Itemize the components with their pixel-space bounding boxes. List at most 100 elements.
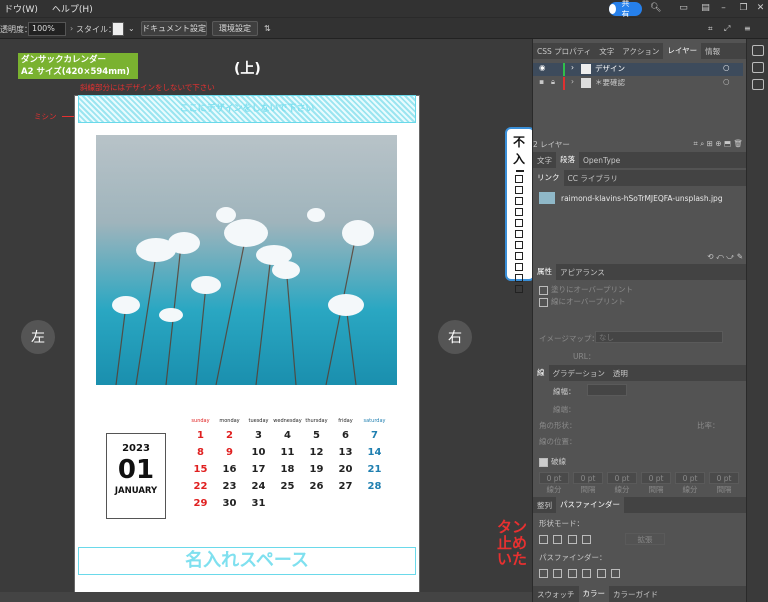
menu-icon[interactable]: ≡ [744, 24, 751, 33]
target-icon[interactable]: ○ [723, 63, 730, 72]
side-red-1: タン [497, 518, 528, 536]
eye-icon[interactable]: ▪ [539, 77, 544, 86]
stroke-weight-field[interactable] [587, 384, 627, 396]
calendar-day: 26 [309, 481, 324, 492]
expand-icon[interactable]: › [571, 77, 574, 86]
calendar-week: 29 30 31 [186, 498, 392, 509]
layer-row-design[interactable]: ◉ › デザイン ○ [533, 63, 743, 76]
properties-icon[interactable] [751, 45, 764, 56]
tab-gradient[interactable]: グラデーション [549, 368, 609, 379]
dash-field[interactable]: 0 pt 線分 [675, 472, 705, 495]
tab-info[interactable]: 情報 [701, 46, 724, 57]
transform-icon[interactable]: ⤢ [724, 24, 730, 34]
side-red-3: いた [497, 550, 528, 568]
date-block: 2023 01 JANUARY [106, 433, 166, 519]
calendar-week: 15 16 17 18 19 20 21 [186, 464, 392, 475]
dash-field[interactable]: 0 pt 間隔 [641, 472, 671, 495]
snow-plant-photo[interactable] [96, 135, 397, 385]
tab-color-guide[interactable]: カラーガイド [609, 589, 662, 600]
comments-icon[interactable] [751, 62, 764, 73]
link-filename[interactable]: raimond-klavins-hSoTrMJEQFA-unsplash.jpg [561, 194, 723, 203]
calendar-day: 19 [309, 464, 324, 475]
imagemap-select[interactable]: なし [595, 331, 723, 343]
tab-color[interactable]: カラー [578, 586, 609, 602]
tab-attributes[interactable]: 属性 [533, 264, 556, 280]
preferences-button[interactable]: 環境設定 [212, 21, 258, 36]
document-settings-button[interactable]: ドキュメント設定 [141, 21, 207, 36]
right-button[interactable]: 右 [438, 320, 472, 354]
layer-actions[interactable]: ⌗ ⌕ ⊞ ⊕ ⬒ 🗑︎ [653, 139, 743, 149]
opacity-field[interactable]: 100% [28, 22, 66, 36]
dash-field[interactable]: 0 pt 間隔 [709, 472, 739, 495]
tab-pathfinder[interactable]: パスファインダー [556, 497, 624, 513]
margin-square [515, 230, 523, 238]
menu-window[interactable]: ドウ(W) [4, 2, 38, 15]
workspace-icon[interactable]: ▤ [700, 3, 711, 14]
pathfinder-buttons[interactable] [539, 568, 749, 578]
tab-css[interactable]: CSS プロパティ [533, 46, 595, 57]
tab-opentype[interactable]: OpenType [579, 156, 624, 165]
arrange-documents-icon[interactable]: ▭ [678, 3, 689, 14]
tab-swatches[interactable]: スウォッチ [533, 589, 579, 600]
tab-paragraph[interactable]: 段落 [556, 152, 579, 168]
no-design-zone: ここにデザインをしないで下さい [78, 95, 416, 123]
weekday-label: thursday [305, 418, 328, 424]
dash-label: 線分 [546, 485, 562, 494]
calendar-day: 10 [251, 447, 266, 458]
minimize-icon[interactable]: – [718, 3, 729, 14]
lock-icon[interactable]: 🔒︎ [551, 77, 555, 87]
opacity-arrow-icon[interactable]: › [70, 24, 73, 33]
style-swatch[interactable] [112, 22, 124, 36]
arrange-icon[interactable]: ⇅ [264, 24, 271, 33]
tab-cc-libraries[interactable]: CC ライブラリ [564, 173, 622, 184]
tab-stroke[interactable]: 線 [533, 365, 549, 381]
weekday-label: saturday [363, 418, 386, 424]
weekday-label: tuesday [248, 418, 269, 424]
calendar-day: 5 [313, 430, 320, 441]
share-button[interactable]: 共有 [609, 0, 642, 19]
calendar-day: 24 [251, 481, 266, 492]
close-icon[interactable]: ✕ [755, 3, 766, 14]
calendar-day: 14 [367, 447, 382, 458]
dash-field[interactable]: 0 pt 間隔 [573, 472, 603, 495]
menu-help[interactable]: ヘルプ(H) [52, 2, 93, 15]
target-icon[interactable]: ○ [723, 77, 730, 86]
restore-icon[interactable]: ❐ [738, 3, 749, 14]
calendar-day: 16 [222, 464, 237, 475]
tab-document[interactable]: 文字 [595, 46, 618, 57]
overprint-fill[interactable]: 塗りにオーバープリント [539, 284, 749, 295]
tab-links[interactable]: リンク [533, 170, 564, 186]
tab-align[interactable]: 整列 [533, 500, 556, 511]
margin-square [515, 274, 523, 282]
layer-row-check[interactable]: ▪ 🔒︎ › ＊要確認 ○ [533, 77, 743, 90]
stroke-weight-label: 線幅： [553, 387, 576, 396]
calendar-week: 22 23 24 25 26 27 28 [186, 481, 392, 492]
horizontal-scrollbar[interactable] [0, 592, 532, 602]
artboard-icon[interactable]: ⌗ [708, 24, 713, 34]
libraries-icon[interactable] [751, 79, 764, 90]
dash-field[interactable]: 0 pt 線分 [539, 472, 569, 495]
style-dropdown-icon[interactable]: ⌄ [128, 24, 135, 33]
expand-button[interactable]: 拡張 [625, 533, 665, 545]
dash-field[interactable]: 0 pt 線分 [607, 472, 637, 495]
calendar-day: 6 [342, 430, 349, 441]
overprint-stroke[interactable]: 線にオーバープリント [539, 296, 749, 307]
dashed-checkbox[interactable]: 破線 [539, 456, 749, 467]
layer-name[interactable]: デザイン [595, 63, 625, 74]
margin-square [515, 175, 523, 183]
top-mark: (上) [234, 61, 261, 77]
search-icon[interactable]: 🔍︎ [650, 3, 661, 14]
left-button[interactable]: 左 [21, 320, 55, 354]
eye-icon[interactable]: ◉ [539, 63, 546, 72]
tab-layers[interactable]: レイヤー [663, 43, 702, 59]
tab-transparency[interactable]: 透明 [609, 368, 632, 379]
canvas[interactable]: ダンサックカレンダー A2 サイズ(420×594mm) (上) 斜線部分にはデ… [0, 39, 532, 602]
layer-name[interactable]: ＊要確認 [595, 77, 625, 88]
tab-appearance[interactable]: アピアランス [556, 267, 609, 278]
tab-character[interactable]: 文字 [533, 155, 556, 166]
tab-actions[interactable]: アクション [618, 46, 663, 57]
menu-bar: ドウ(W) ヘルプ(H) 共有 🔍︎ ▭ ▤ – ❐ ✕ [0, 0, 768, 19]
calendar-day: 22 [193, 481, 208, 492]
expand-icon[interactable]: › [571, 63, 574, 72]
link-actions[interactable]: ⟲ ⤺ ⤻ ✎ [653, 252, 743, 262]
